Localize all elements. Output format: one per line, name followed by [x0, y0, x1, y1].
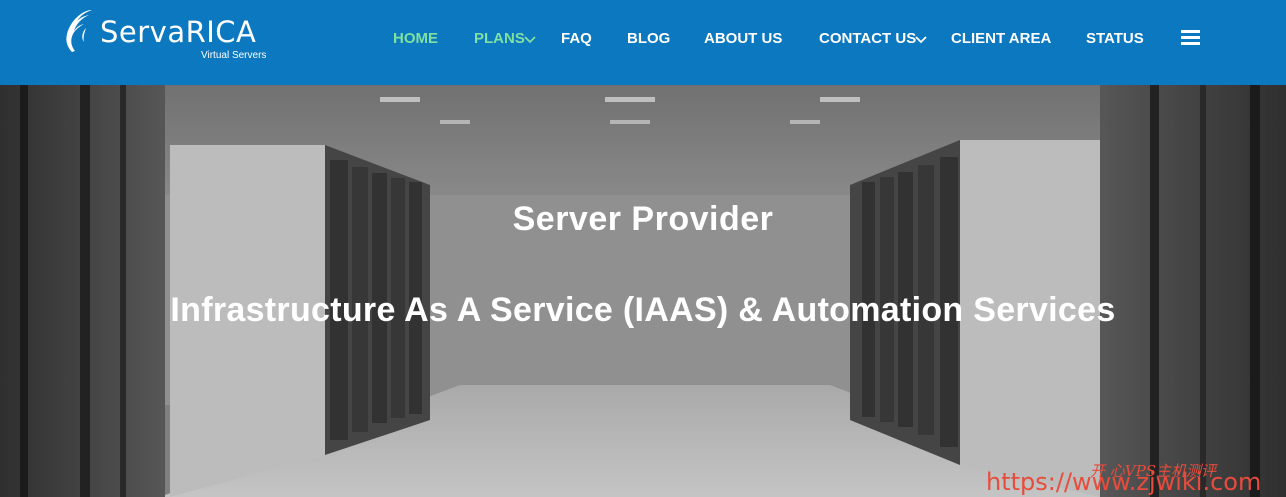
contact-chevron-down-icon[interactable]: [914, 32, 928, 46]
nav-blog[interactable]: BLOG: [627, 29, 670, 49]
nav-faq[interactable]: FAQ: [561, 29, 592, 49]
brand-tagline: Virtual Servers: [201, 50, 267, 61]
nav-contact-us[interactable]: CONTACT US: [819, 29, 916, 49]
hero-banner: Server Provider Infrastructure As A Serv…: [0, 85, 1286, 497]
hero-subtitle: Infrastructure As A Service (IAAS) & Aut…: [170, 291, 1116, 329]
nav-plans[interactable]: PLANS: [474, 29, 525, 49]
nav-about-us[interactable]: ABOUT US: [704, 29, 782, 49]
main-nav: HOME PLANS FAQ BLOG ABOUT US CONTACT US …: [0, 29, 1286, 49]
nav-status[interactable]: STATUS: [1086, 29, 1144, 49]
watermark: 开 心VPS主机测评 https://www.zjwiki.com: [980, 460, 1280, 496]
plans-chevron-down-icon[interactable]: [523, 32, 537, 46]
watermark-url: https://www.zjwiki.com: [986, 468, 1262, 496]
nav-client-area[interactable]: CLIENT AREA: [951, 29, 1051, 49]
hamburger-menu-icon[interactable]: [1181, 30, 1200, 46]
hero-title: Server Provider: [512, 200, 774, 238]
top-navbar: ServaRICA Virtual Servers HOME PLANS FAQ…: [0, 0, 1286, 85]
nav-home[interactable]: HOME: [393, 29, 438, 49]
